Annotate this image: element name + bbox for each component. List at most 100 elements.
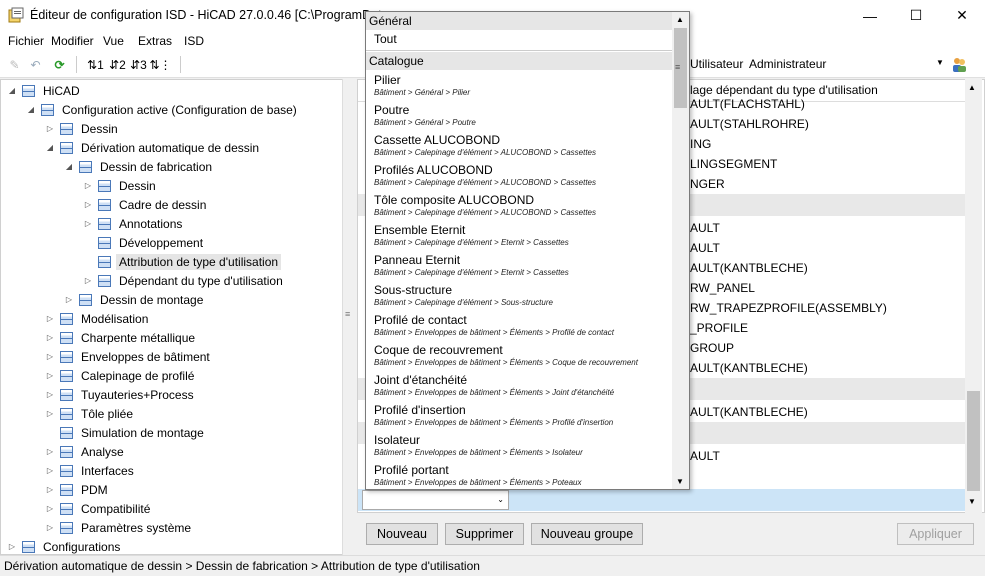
tree-node[interactable]: ▷ Tôle pliée bbox=[45, 404, 136, 423]
tree-node[interactable]: ▷ Compatibilité bbox=[45, 499, 153, 518]
expand-icon[interactable]: ▷ bbox=[45, 409, 55, 418]
tree-node[interactable]: ▷ Tuyauteries+Process bbox=[45, 385, 197, 404]
expand-icon[interactable]: ▷ bbox=[45, 447, 55, 456]
grid-cell[interactable]: AULT bbox=[690, 218, 965, 238]
menu-fichier[interactable]: Fichier bbox=[8, 34, 44, 48]
menu-vue[interactable]: Vue bbox=[103, 34, 124, 48]
expand-icon[interactable]: ▷ bbox=[45, 523, 55, 532]
sort-filter-icon[interactable]: ⇅⋮ bbox=[149, 56, 171, 73]
chevron-down-icon[interactable]: ⌄ bbox=[497, 495, 504, 504]
dropdown-item[interactable]: Tôle composite ALUCOBOND Bâtiment > Calep… bbox=[374, 193, 674, 218]
tree-node[interactable]: ▷ Enveloppes de bâtiment bbox=[45, 347, 213, 366]
expand-icon[interactable]: ▷ bbox=[45, 504, 55, 513]
tree-node[interactable]: ▷ PDM bbox=[45, 480, 111, 499]
expand-icon[interactable]: ▷ bbox=[45, 124, 55, 133]
grid-cell[interactable]: AULT(STAHLROHRE) bbox=[690, 114, 965, 134]
expand-icon[interactable]: ▷ bbox=[45, 485, 55, 494]
scroll-thumb[interactable] bbox=[967, 391, 980, 491]
collapse-icon[interactable]: ◢ bbox=[64, 162, 74, 171]
expand-icon[interactable]: ▷ bbox=[45, 352, 55, 361]
menu-isd[interactable]: ISD bbox=[184, 34, 204, 48]
dropdown-item[interactable]: Ensemble Eternit Bâtiment > Calepinage d'… bbox=[374, 223, 674, 248]
tree-node[interactable]: ▷ Interfaces bbox=[45, 461, 137, 480]
expand-icon[interactable]: ▷ bbox=[83, 276, 93, 285]
sort-2-icon[interactable]: ⇵2 bbox=[109, 56, 126, 73]
grid-cell[interactable]: AULT(KANTBLECHE) bbox=[690, 258, 965, 278]
expand-icon[interactable]: ▷ bbox=[83, 200, 93, 209]
tree-node[interactable]: Simulation de montage bbox=[45, 423, 207, 442]
tree-scrollbar[interactable]: ≡ bbox=[342, 79, 356, 555]
chevron-down-icon[interactable]: ▼ bbox=[936, 58, 944, 67]
users-icon[interactable] bbox=[951, 56, 968, 73]
grid-cell[interactable]: _PROFILE bbox=[690, 318, 965, 338]
tree-node[interactable]: ▷ Paramètres système bbox=[45, 518, 194, 537]
grid-scrollbar[interactable]: ▲ ▼ bbox=[965, 79, 982, 513]
tree-node[interactable]: ▷ Dessin bbox=[83, 176, 159, 195]
grid-cell[interactable]: ING bbox=[690, 134, 965, 154]
grid-cell[interactable]: AULT bbox=[690, 238, 965, 258]
tree-node[interactable]: ◢ Configuration active (Configuration de … bbox=[26, 100, 300, 119]
tree-node[interactable]: ▷ Charpente métallique bbox=[45, 328, 198, 347]
expand-icon[interactable]: ▷ bbox=[45, 333, 55, 342]
grid-cell[interactable]: AULT(KANTBLECHE) bbox=[690, 358, 965, 378]
expand-icon[interactable]: ▷ bbox=[45, 466, 55, 475]
refresh-icon[interactable]: ⟳ bbox=[51, 56, 68, 73]
dropdown-item[interactable]: Panneau Eternit Bâtiment > Calepinage d'é… bbox=[374, 253, 674, 278]
expand-icon[interactable]: ▷ bbox=[64, 295, 74, 304]
menu-modifier[interactable]: Modifier bbox=[51, 34, 94, 48]
type-dropdown[interactable]: ⌄ bbox=[362, 490, 509, 510]
tree-node[interactable]: ▷ Calepinage de profilé bbox=[45, 366, 197, 385]
tree-node[interactable]: ▷ Modélisation bbox=[45, 309, 151, 328]
dropdown-item[interactable]: Joint d'étanchéité Bâtiment > Enveloppes … bbox=[374, 373, 674, 398]
menu-extras[interactable]: Extras bbox=[138, 34, 172, 48]
dropdown-item[interactable]: Profilé portant Bâtiment > Enveloppes de … bbox=[374, 463, 674, 488]
tree-node[interactable]: ◢ Dérivation automatique de dessin bbox=[45, 138, 262, 157]
tree-node[interactable]: ▷ Cadre de dessin bbox=[83, 195, 209, 214]
tree-node[interactable]: ▷ Configurations bbox=[7, 537, 123, 554]
grid-cell[interactable]: AULT(FLACHSTAHL) bbox=[690, 94, 965, 114]
dropdown-item[interactable]: Cassette ALUCOBOND Bâtiment > Calepinage … bbox=[374, 133, 674, 158]
user-select[interactable]: Administrateur bbox=[749, 57, 826, 71]
new-group-button[interactable]: Nouveau groupe bbox=[531, 523, 643, 545]
tree-node[interactable]: ◢ Dessin de fabrication bbox=[64, 157, 215, 176]
grid-cell[interactable]: AULT(KANTBLECHE) bbox=[690, 402, 965, 422]
dropdown-item[interactable]: Coque de recouvrement Bâtiment > Envelopp… bbox=[374, 343, 674, 368]
tree-node[interactable]: Développement bbox=[83, 233, 206, 252]
delete-button[interactable]: Supprimer bbox=[445, 523, 524, 545]
dropdown-item[interactable]: Pilier Bâtiment > Général > Pilier bbox=[374, 73, 674, 98]
dropdown-item[interactable]: Poutre Bâtiment > Général > Poutre bbox=[374, 103, 674, 128]
expand-icon[interactable]: ▷ bbox=[45, 371, 55, 380]
dropdown-item[interactable]: Profilé de contact Bâtiment > Enveloppes … bbox=[374, 313, 674, 338]
collapse-icon[interactable]: ◢ bbox=[7, 86, 17, 95]
scroll-down-icon[interactable]: ▼ bbox=[676, 477, 684, 486]
undo-icon[interactable]: ↶ bbox=[27, 56, 44, 73]
grid-cell[interactable]: AULT bbox=[690, 446, 965, 466]
tree-node[interactable]: ▷ Dépendant du type d'utilisation bbox=[83, 271, 286, 290]
scroll-down-icon[interactable]: ▼ bbox=[968, 497, 976, 506]
dropdown-item[interactable]: Isolateur Bâtiment > Enveloppes de bâtime… bbox=[374, 433, 674, 458]
tree-node[interactable]: Attribution de type d'utilisation bbox=[83, 252, 282, 271]
collapse-icon[interactable]: ◢ bbox=[26, 105, 36, 114]
dropdown-item[interactable]: Profilé d'insertion Bâtiment > Enveloppes… bbox=[374, 403, 674, 428]
scroll-up-icon[interactable]: ▲ bbox=[968, 83, 976, 92]
grid-cell[interactable]: NGER bbox=[690, 174, 965, 194]
tree-node[interactable]: ▷ Dessin bbox=[45, 119, 121, 138]
collapse-icon[interactable]: ◢ bbox=[45, 143, 55, 152]
expand-icon[interactable]: ▷ bbox=[45, 314, 55, 323]
tree-node[interactable]: ◢ HiCAD bbox=[7, 81, 83, 100]
sort-3-icon[interactable]: ⇵3 bbox=[130, 56, 147, 73]
tree-node[interactable]: ▷ Annotations bbox=[83, 214, 185, 233]
grid-cell[interactable]: RW_TRAPEZPROFILE(ASSEMBLY) bbox=[690, 298, 965, 318]
dropdown-item[interactable]: Profilés ALUCOBOND Bâtiment > Calepinage … bbox=[374, 163, 674, 188]
expand-icon[interactable]: ▷ bbox=[7, 542, 17, 551]
expand-icon[interactable]: ▷ bbox=[83, 181, 93, 190]
apply-button[interactable]: Appliquer bbox=[897, 523, 974, 545]
scroll-up-icon[interactable]: ▲ bbox=[676, 15, 684, 24]
tree-node[interactable]: ▷ Analyse bbox=[45, 442, 127, 461]
dropdown-scrollbar[interactable]: ▲ ≡ ▼ bbox=[672, 12, 689, 489]
grid-cell[interactable]: LINGSEGMENT bbox=[690, 154, 965, 174]
sort-1-icon[interactable]: ⇅1 bbox=[87, 56, 104, 73]
close-button[interactable]: ✕ bbox=[939, 0, 985, 31]
dropdown-item[interactable]: Sous-structure Bâtiment > Calepinage d'él… bbox=[374, 283, 674, 308]
grid-cell[interactable]: GROUP bbox=[690, 338, 965, 358]
